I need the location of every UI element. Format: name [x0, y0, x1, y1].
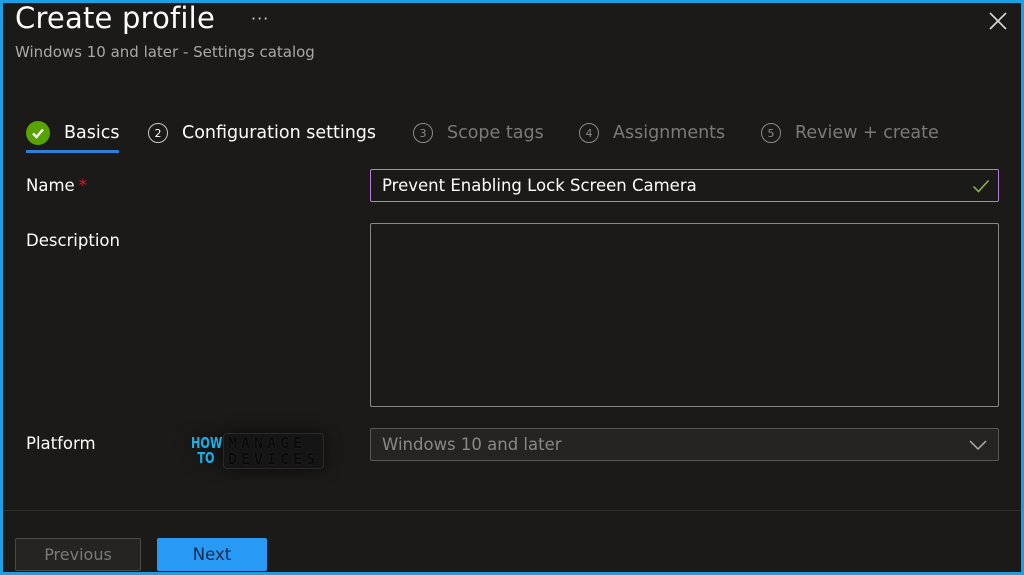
step-label: Assignments — [613, 123, 726, 143]
watermark-brand: MANAGE DEVICES — [223, 433, 325, 469]
next-button[interactable]: Next — [157, 538, 267, 571]
previous-button[interactable]: Previous — [15, 538, 141, 571]
tab-assignments[interactable]: 4 Assignments — [579, 115, 725, 151]
step-number-icon: 3 — [413, 123, 433, 143]
active-step-indicator — [26, 150, 120, 153]
step-label: Configuration settings — [182, 123, 377, 143]
close-icon — [989, 12, 1007, 30]
tab-configuration-settings[interactable]: 2 Configuration settings — [148, 115, 376, 151]
description-label: Description — [26, 231, 120, 250]
step-number-icon: 2 — [148, 123, 168, 143]
close-button[interactable] — [988, 11, 1008, 31]
platform-selected-value: Windows 10 and later — [382, 435, 562, 454]
tab-basics[interactable]: Basics — [26, 115, 120, 153]
create-profile-panel: Create profile ··· Windows 10 and later … — [3, 3, 1021, 572]
step-label: Basics — [64, 123, 120, 143]
name-input-value: Prevent Enabling Lock Screen Camera — [382, 176, 697, 195]
name-label: Name * — [26, 176, 87, 195]
step-label: Scope tags — [447, 123, 544, 143]
page-subtitle: Windows 10 and later - Settings catalog — [15, 43, 315, 61]
watermark-how-to: HOW TO — [191, 436, 222, 467]
name-label-text: Name — [26, 176, 75, 195]
step-number-icon: 4 — [579, 123, 599, 143]
check-circle-icon — [26, 121, 50, 145]
step-number-icon: 5 — [761, 123, 781, 143]
tab-review-create[interactable]: 5 Review + create — [761, 115, 939, 151]
watermark-brand-line1: MANAGE — [228, 434, 307, 452]
wizard-steps: Basics 2 Configuration settings 3 Scope … — [3, 115, 1021, 155]
watermark-logo: HOW TO MANAGE DEVICES — [191, 429, 325, 473]
step-label: Review + create — [795, 123, 939, 143]
tab-scope-tags[interactable]: 3 Scope tags — [413, 115, 544, 151]
page-title: Create profile — [15, 3, 215, 35]
watermark-brand-line2: DEVICES — [228, 450, 320, 468]
required-marker: * — [78, 176, 87, 195]
more-options-button[interactable]: ··· — [251, 9, 269, 28]
platform-dropdown[interactable]: Windows 10 and later — [370, 428, 999, 461]
platform-label: Platform — [26, 434, 96, 453]
chevron-down-icon — [969, 440, 987, 451]
name-input[interactable]: Prevent Enabling Lock Screen Camera — [370, 169, 999, 202]
footer-divider — [3, 510, 1021, 511]
checkmark-icon — [972, 179, 990, 193]
watermark-line2: TO — [197, 449, 215, 467]
description-textarea[interactable] — [370, 223, 999, 407]
